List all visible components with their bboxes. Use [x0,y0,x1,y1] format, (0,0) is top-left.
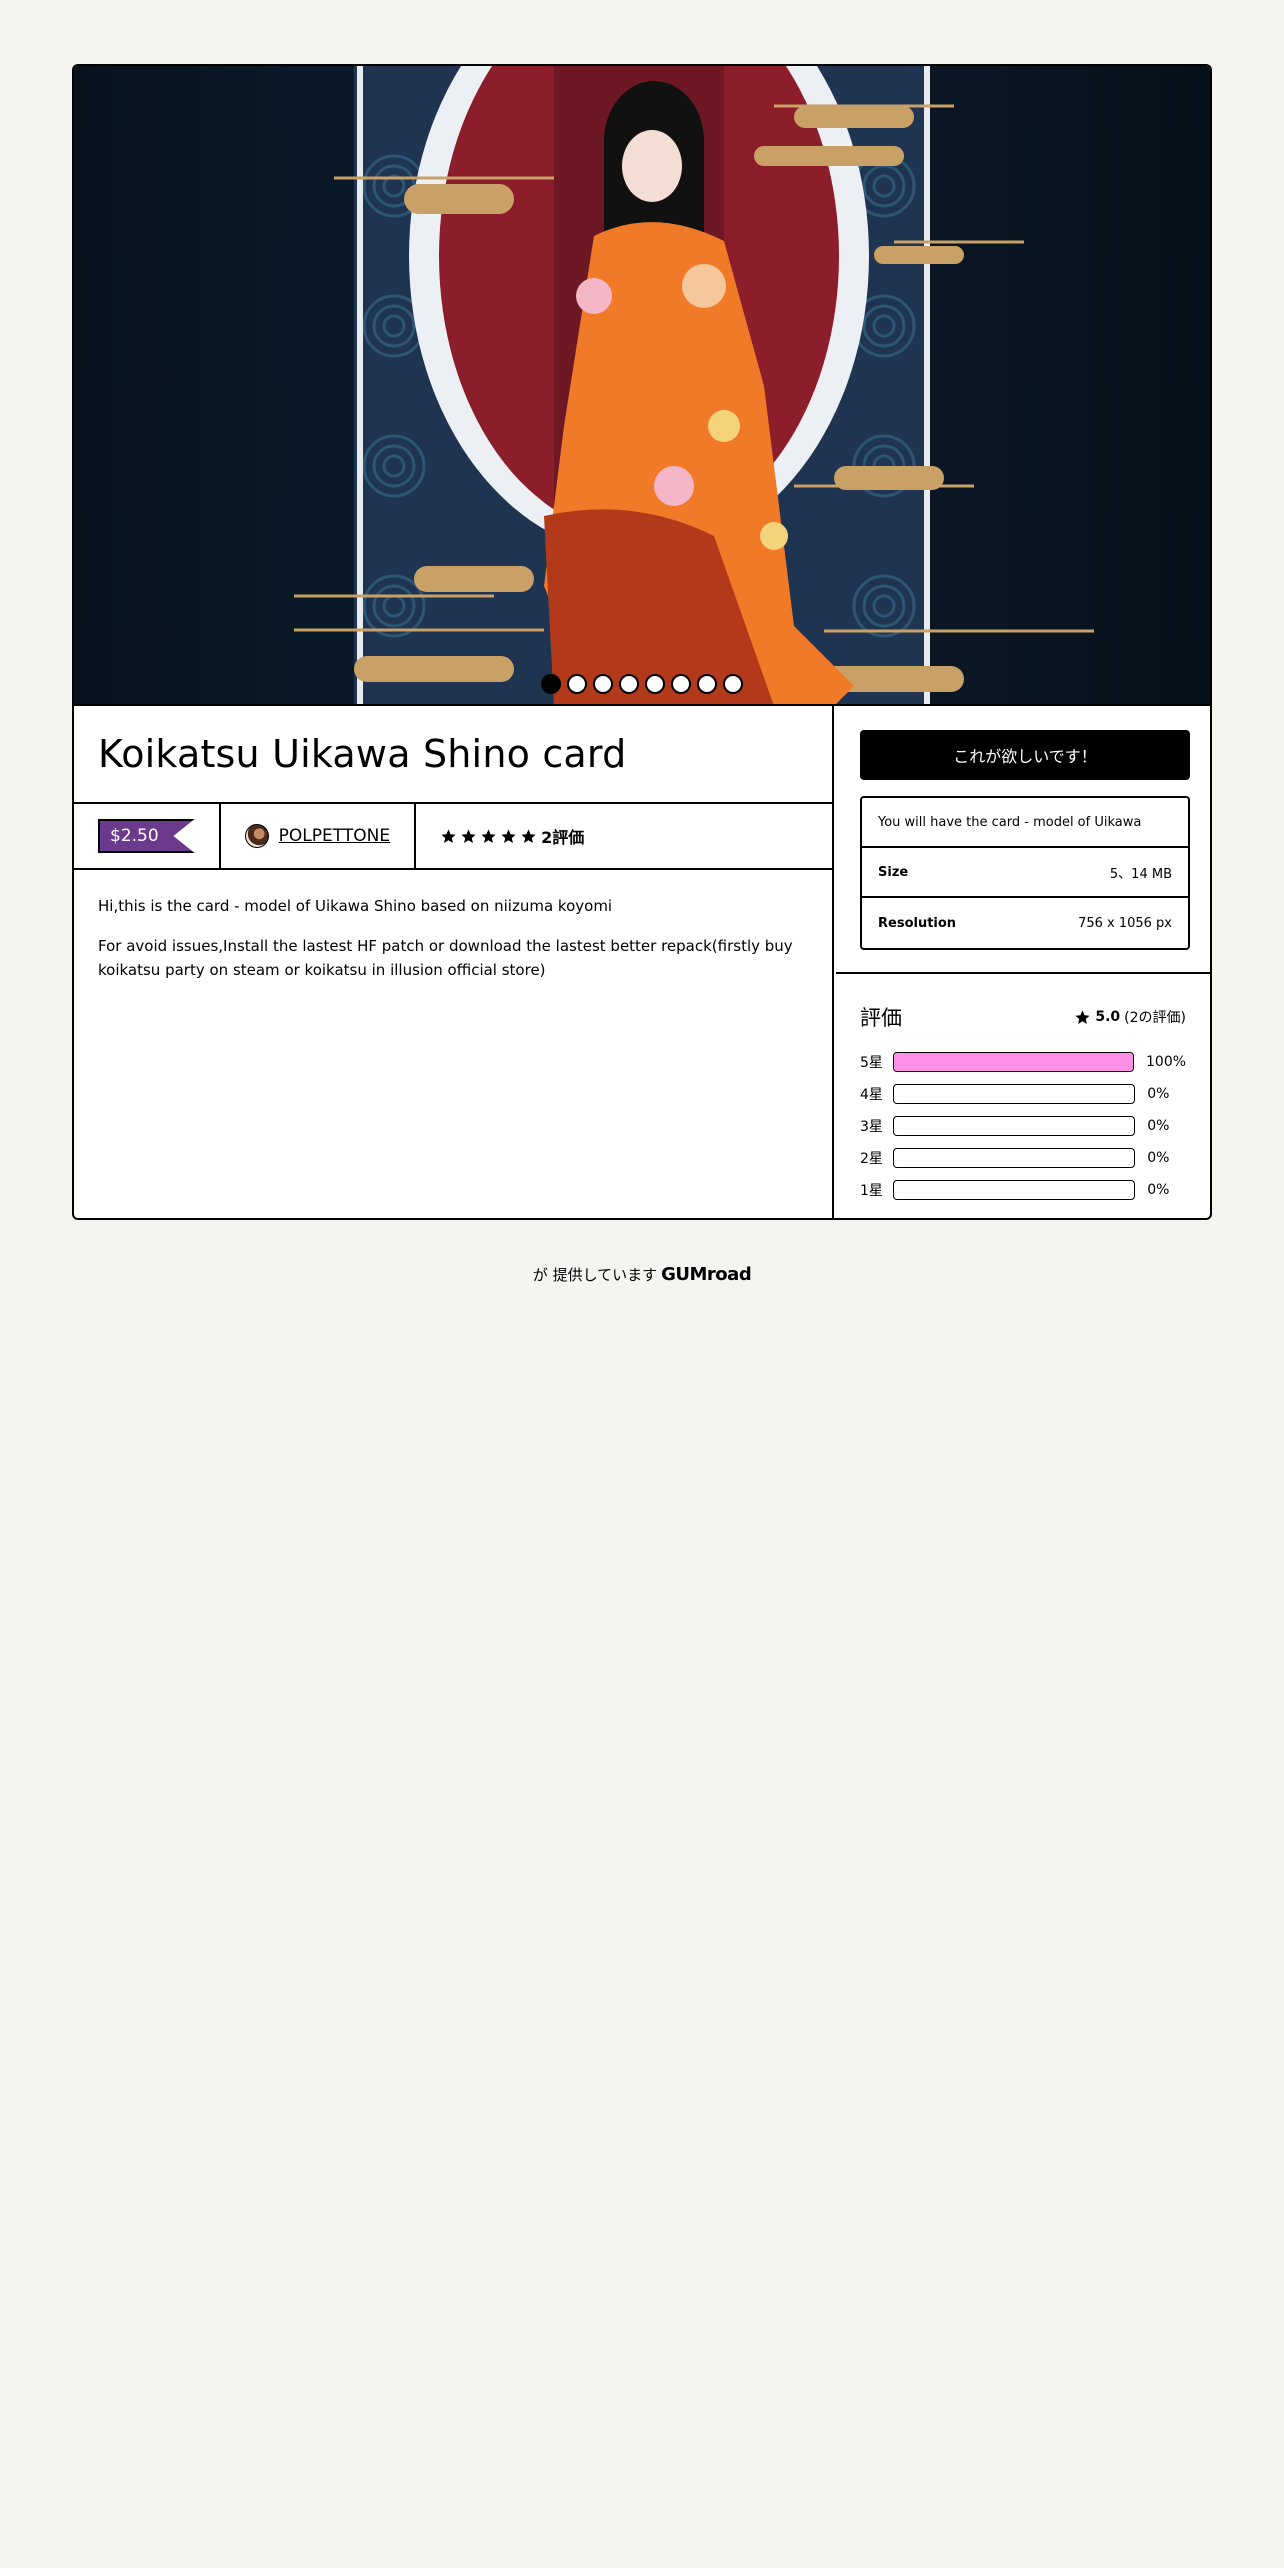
rating-bar-row: 4星 0% [860,1078,1186,1110]
rating-bar-row: 2星 0% [860,1142,1186,1174]
product-cover-image[interactable] [74,66,1210,706]
carousel-dots [74,674,1210,694]
rating-bar-row: 5星 100% [860,1046,1186,1078]
info-key: Resolution [878,915,957,931]
rating-bar-track [892,1180,1136,1200]
rating-bar-label: 2星 [860,1151,883,1167]
star-icon [521,828,536,843]
rating-bar-label: 4星 [860,1087,883,1103]
footer-text: が 提供しています [532,1266,658,1284]
rating-bar-label: 3星 [860,1119,883,1135]
star-icon [461,828,476,843]
rating-bar-percent: 0% [1147,1118,1170,1134]
footer: が 提供しています GUMroad [0,1264,1284,1285]
buy-section: これが欲しいです！ You will have the card - model… [836,706,1210,974]
carousel-dot[interactable] [567,674,587,694]
rating-bar-fill [893,1053,1133,1071]
carousel-dot[interactable] [593,674,613,694]
ratings-summary: 5.0 (2の評価) [1074,1007,1186,1027]
title-row: Koikatsu Uikawa Shino card [74,706,832,804]
product-title: Koikatsu Uikawa Shino card [98,732,627,776]
rating-bar-row: 1星 0% [860,1174,1186,1206]
star-icon [501,828,516,843]
star-icon [1075,1009,1090,1024]
product-info-table: You will have the card - model of Uikawa… [860,796,1190,950]
rating-bar-percent: 0% [1147,1086,1170,1102]
creator-avatar[interactable] [244,824,269,848]
carousel-dot[interactable] [541,674,561,694]
info-summary-text: You will have the card - model of Uikawa [878,814,1142,830]
star-icon [481,828,496,843]
carousel-dot[interactable] [619,674,639,694]
product-card: Koikatsu Uikawa Shino card $2.50 POLPETT… [72,64,1212,1220]
cover-illustration [294,66,1094,704]
rating-bar-percent: 100% [1146,1054,1187,1070]
info-value: 756 x 1056 px [1078,915,1172,931]
rating-bar-track [892,1116,1136,1136]
rating-count: 2評価 [541,828,585,847]
rating-bar-label: 5星 [860,1055,883,1071]
carousel-dot[interactable] [697,674,717,694]
info-key: Size [878,864,909,880]
info-value: 5、14 MB [1109,866,1172,882]
rating-cell: 2評価 [416,804,608,868]
price-tag: $2.50 [98,819,195,853]
ratings-count: (2の評価) [1124,1010,1186,1026]
purchase-panel: これが欲しいです！ You will have the card - model… [836,706,1210,1218]
ratings-section: 評価 5.0 (2の評価) 5星 100% 4星 0% 3星 0% 2星 0% 1星 0% [836,974,1210,1206]
price-cell: $2.50 [74,804,221,868]
carousel-dot[interactable] [671,674,691,694]
info-row-resolution: Resolution 756 x 1056 px [862,898,1188,948]
rating-bar-track [892,1148,1136,1168]
description-paragraph: For avoid issues,Install the lastest HF … [98,937,793,979]
buy-button[interactable]: これが欲しいです！ [860,730,1190,780]
creator-link[interactable]: POLPETTONE [279,826,390,846]
gumroad-logo[interactable]: GUMroad [661,1264,752,1285]
ratings-title: 評価 [860,1006,902,1030]
rating-stars [440,828,537,845]
ratings-header: 評価 5.0 (2の評価) [860,1002,1186,1032]
ratings-average: 5.0 [1095,1009,1121,1025]
meta-row: $2.50 POLPETTONE 2評価 [74,804,832,870]
rating-bar-percent: 0% [1147,1150,1170,1166]
rating-bar-row: 3星 0% [860,1110,1186,1142]
creator-cell[interactable]: POLPETTONE [221,804,417,868]
rating-bar-track [892,1084,1136,1104]
description-paragraph: Hi,this is the card - model of Uikawa Sh… [98,897,613,915]
star-icon [441,828,456,843]
ratings-breakdown: 5星 100% 4星 0% 3星 0% 2星 0% 1星 0% [860,1046,1186,1206]
info-summary: You will have the card - model of Uikawa [862,798,1188,848]
rating-bar-track [892,1052,1134,1072]
rating-bar-label: 1星 [860,1183,883,1199]
carousel-dot[interactable] [645,674,665,694]
rating-bar-percent: 0% [1147,1182,1170,1198]
product-description: Hi,this is the card - model of Uikawa Sh… [74,870,832,1022]
carousel-dot[interactable] [723,674,743,694]
info-row-size: Size 5、14 MB [862,848,1188,898]
product-details: Koikatsu Uikawa Shino card $2.50 POLPETT… [74,706,834,1218]
